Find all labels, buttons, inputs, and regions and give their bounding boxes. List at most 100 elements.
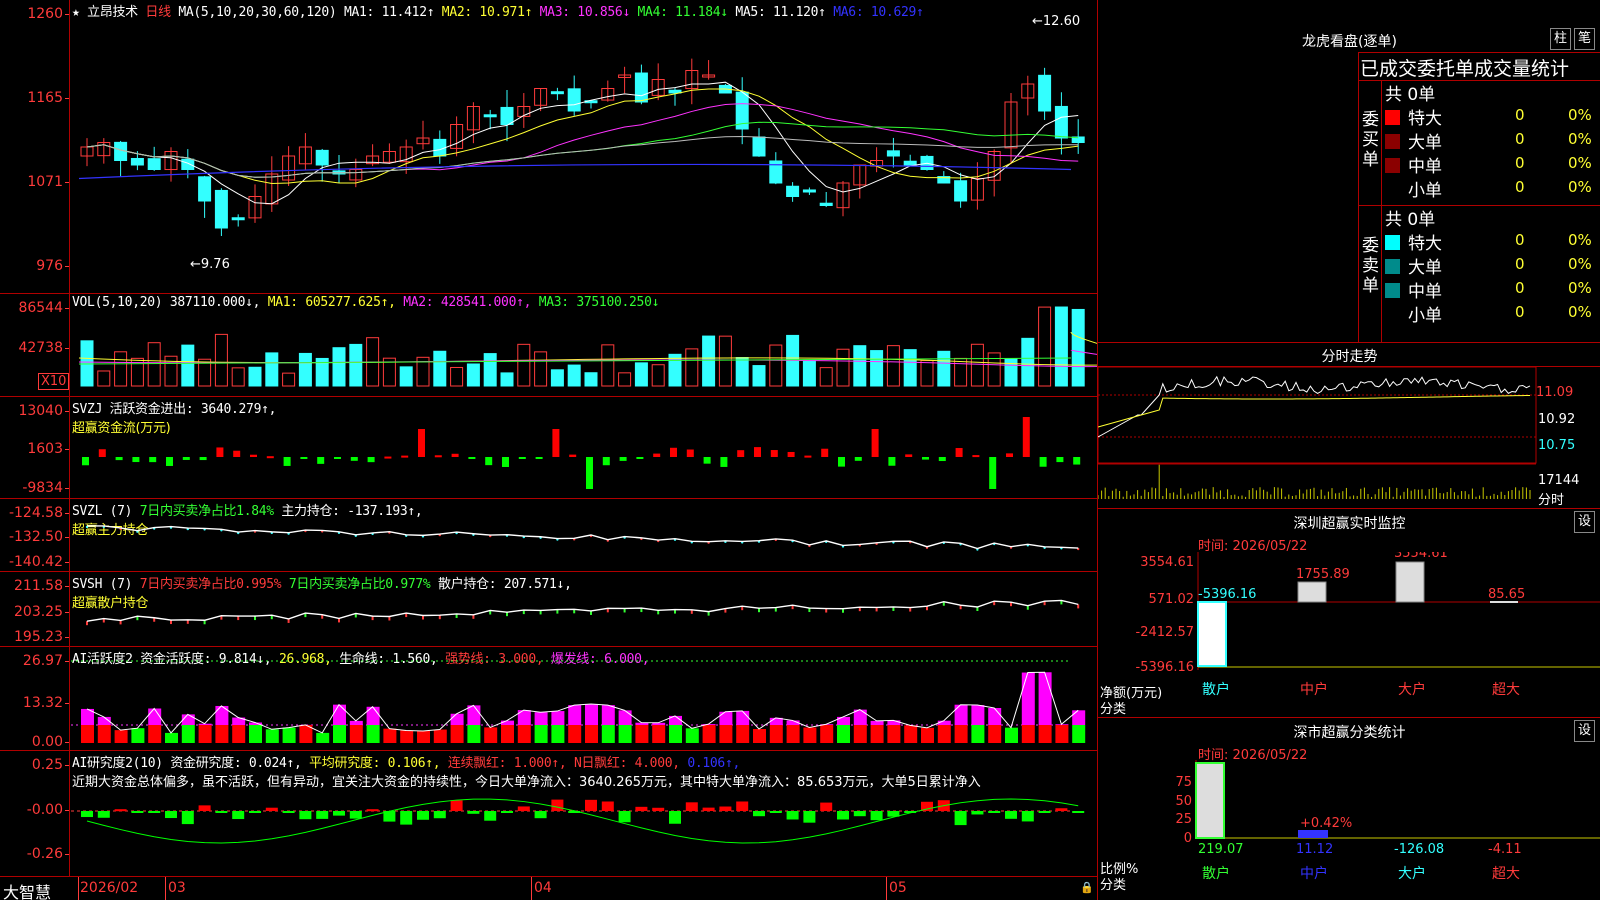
ai-active-base-bar — [165, 732, 178, 743]
ai-active-base-bar — [786, 725, 800, 743]
longhu-tabs[interactable]: 已成交委托单成交量统计 — [1360, 54, 1569, 81]
ai-active-ytick: 0.00 — [31, 734, 70, 750]
volume-bar — [735, 357, 749, 387]
order-row-小单: 小单 — [1385, 176, 1442, 201]
ai-research-bar — [786, 811, 799, 820]
intraday-vol-label: 分时 — [1538, 493, 1565, 508]
svzj-bar — [703, 457, 711, 464]
ai-active-top-bar — [450, 713, 464, 725]
svzj-bar — [670, 447, 677, 457]
ai-active-top-bar — [501, 720, 514, 725]
volume-bar — [550, 369, 564, 387]
svzj-bar — [199, 457, 207, 461]
ai-research-bar — [501, 811, 513, 813]
order-row-特大: 特大 — [1385, 229, 1442, 254]
ai-active-base-bar — [282, 727, 296, 743]
ai-active-top-bar — [585, 703, 598, 725]
volume-bar — [970, 343, 984, 387]
svzl-ytick: -132.50 — [8, 529, 70, 545]
candle-body — [147, 158, 161, 171]
ai-research-bar — [601, 801, 614, 811]
candle-body — [550, 91, 564, 95]
sell-total: 共 0单 — [1385, 210, 1436, 230]
volume-bar — [248, 366, 262, 387]
volume-chart[interactable] — [71, 294, 1097, 397]
order-row-中单: 中单 — [1385, 152, 1442, 177]
svzj-chart[interactable] — [71, 397, 1097, 499]
ai-active-base-bar — [501, 725, 514, 743]
ai-research-bar — [669, 811, 681, 824]
candle-body — [567, 88, 581, 112]
volume-bar — [1054, 306, 1068, 387]
buy-order-label: 委买单 — [1362, 110, 1379, 170]
price-ytick: 1071 — [27, 174, 69, 190]
volume-bar — [769, 344, 783, 387]
svzj-bar — [787, 451, 795, 457]
ai-active-base-bar — [333, 725, 346, 743]
candle-body — [483, 114, 497, 118]
intraday-price: 10.75 — [1538, 438, 1576, 453]
volume-bar — [332, 347, 346, 387]
ai-active-base-bar — [921, 727, 934, 743]
ai-active-chart[interactable] — [71, 647, 1097, 751]
ai-research-bar — [131, 811, 144, 813]
color-swatch — [1385, 182, 1400, 197]
sz-monitor-ytick: -2412.57 — [1136, 625, 1194, 640]
volume-bar — [97, 370, 111, 387]
sz-class-chart[interactable]: 75 50 25 0 +0.42% 219.07 11.12 -126.08 -4.11 散户 中户… — [1098, 760, 1600, 900]
svzj-bar — [434, 455, 442, 458]
ai-active-base-bar — [517, 725, 531, 743]
volume-bar — [702, 335, 716, 387]
svzj-bar — [804, 455, 812, 458]
ai-research-bar — [299, 811, 312, 820]
sz-class-category: 超大 — [1492, 866, 1520, 882]
sz-monitor-bar-label: 85.65 — [1488, 587, 1525, 602]
ai-active-base-bar — [417, 730, 430, 743]
ai-active-panel[interactable]: 26.97 13.32 0.00 AI活跃度2 资金活跃度: 9.814↓, 2… — [0, 647, 1097, 751]
intraday-vol: 17144 — [1538, 473, 1580, 488]
intraday-chart[interactable] — [1098, 367, 1538, 507]
sz-class-ytick: 75 — [1175, 775, 1192, 790]
svzj-bar — [653, 453, 661, 457]
ai-research-bar — [702, 807, 715, 811]
candle-body — [752, 136, 766, 157]
svzj-panel[interactable]: 13040 1603 -9834 SVZJ 活跃资金进出: 3640.279↑,… — [0, 397, 1097, 499]
svsh-panel[interactable]: 211.58 203.25 195.23 SVSH (7) 7日内买卖净占比0.… — [0, 572, 1097, 647]
order-count: 0 — [1515, 178, 1525, 196]
sz-class-settings-button[interactable]: 设 — [1574, 720, 1595, 742]
volume-panel[interactable]: 86544 42738 X10 VOL(5,10,20) 387110.000↓… — [0, 294, 1097, 397]
svzl-panel[interactable]: -124.58 -132.50 -140.42 SVZL (7) 7日内买卖净占… — [0, 499, 1097, 572]
sz-monitor-settings-button[interactable]: 设 — [1574, 511, 1595, 533]
order-row-中单: 中单 — [1385, 277, 1442, 302]
lock-icon[interactable]: 🔒 — [1080, 881, 1094, 894]
ai-active-base-bar — [131, 728, 145, 743]
pen-toggle-button[interactable]: 笔 — [1574, 28, 1595, 50]
ai-research-bar — [148, 811, 161, 813]
svzj-bar — [955, 448, 963, 457]
volume-bar — [450, 366, 464, 387]
volume-bar — [433, 350, 447, 387]
date-label: 03 — [168, 880, 186, 896]
order-type-label: 特大 — [1408, 234, 1442, 254]
svzj-bar — [737, 450, 745, 457]
ai-active-top-bar — [618, 710, 632, 725]
volume-bar — [181, 344, 195, 387]
ai-research-chart[interactable] — [71, 751, 1097, 876]
ai-research-bar — [585, 799, 597, 811]
ai-research-bar — [400, 811, 413, 825]
svsh-chart[interactable] — [71, 572, 1097, 647]
bar-toggle-button[interactable]: 柱 — [1550, 28, 1571, 50]
volume-bar — [651, 364, 665, 387]
ai-research-panel[interactable]: 0.25 -0.00 -0.26 AI研究度2(10) 资金研究度: 0.024… — [0, 751, 1097, 876]
sz-class-category: 散户 — [1202, 865, 1230, 882]
ai-research-bar — [97, 811, 110, 818]
ai-active-base-bar — [685, 728, 699, 743]
svzj-bar — [418, 429, 425, 457]
price-panel[interactable]: 1260 1165 1071 976 ★ 立昂技术 日线 MA(5,10,20,… — [0, 0, 1097, 294]
candlestick-chart[interactable] — [71, 0, 1097, 294]
sz-monitor-chart[interactable]: 3554.61 571.02 -2412.57 -5396.16 -5396.16 175… — [1098, 552, 1600, 722]
ai-research-y-axis: 0.25 -0.00 -0.26 — [0, 751, 70, 876]
candle-body — [198, 176, 212, 202]
svzl-chart[interactable] — [71, 499, 1097, 572]
ai-active-base-bar — [719, 725, 733, 743]
